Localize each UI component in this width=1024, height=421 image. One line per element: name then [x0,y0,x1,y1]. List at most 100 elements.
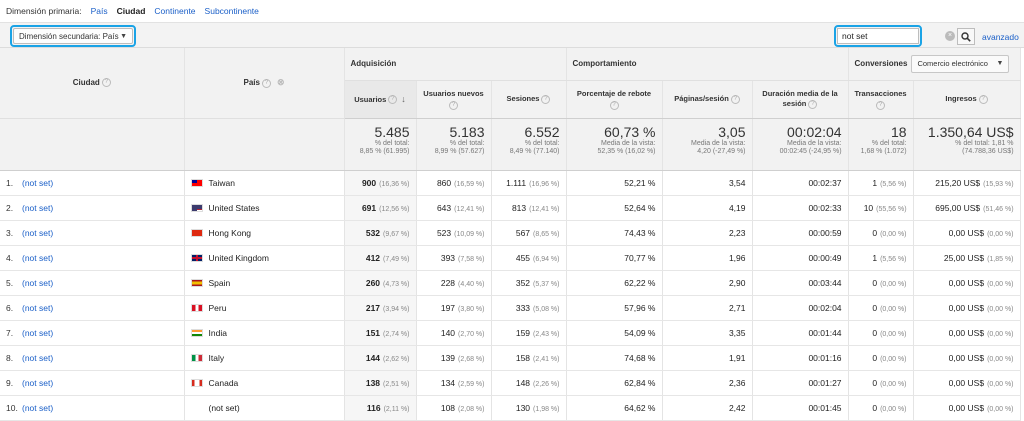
cell-country: United States [184,195,345,221]
help-icon[interactable]: ? [978,94,988,104]
row-index: 10. [6,402,18,413]
city-link[interactable]: (not set) [22,378,53,388]
city-link[interactable]: (not set) [22,403,53,413]
cell-country: Spain [184,270,345,296]
dimension-link-subcontinent[interactable]: Subcontinente [205,6,259,16]
cell-sessions: 130 (1,98 %) [491,395,567,421]
col-revenue-header[interactable]: Ingresos? [913,80,1021,119]
cell-users: 532 (9,67 %) [344,220,417,246]
country-link[interactable]: United States [209,203,260,213]
secondary-dimension-highlight: Dimensión secundaria: País ▼ [10,25,136,47]
country-link[interactable]: Spain [209,278,231,288]
country-link[interactable]: United Kingdom [209,253,269,263]
group-conversions: Conversiones Comercio electrónico ▼ [848,48,1021,81]
total-pages: 3,05 Media de la vista: 4,20 (-27,49 %) [662,118,753,171]
search-button[interactable] [957,28,975,45]
cell-sessions: 455 (6,94 %) [491,245,567,271]
cell-duration: 00:02:37 [752,170,849,196]
help-icon[interactable]: ? [876,100,886,110]
cell-new-users: 643 (12,41 %) [416,195,492,221]
country-link[interactable]: (not set) [209,403,240,413]
col-duration-header[interactable]: Duración media de la sesión? [752,80,849,119]
help-icon[interactable]: ? [808,99,818,109]
flag-icon [190,354,203,363]
city-link[interactable]: (not set) [22,253,53,263]
help-icon[interactable]: ? [541,94,551,104]
help-icon[interactable]: ? [101,78,111,88]
country-link[interactable]: Canada [209,378,239,388]
cell-country: Canada [184,370,345,396]
cell-transactions: 0 (0,00 %) [848,395,914,421]
city-link[interactable]: (not set) [22,203,53,213]
dimension-link-city[interactable]: Ciudad [117,6,146,16]
table-row: 4. (not set) United Kingdom 412 (7,49 %) 393(… [0,245,1021,271]
sort-desc-icon[interactable]: ↓ [401,94,406,104]
remove-dimension-icon[interactable]: ⊗ [277,77,285,87]
cell-city: 8. (not set) [0,345,185,371]
cell-city: 9. (not set) [0,370,185,396]
flag-icon [190,179,203,188]
city-link[interactable]: (not set) [22,178,53,188]
cell-new-users: 139 (2,68 %) [416,345,492,371]
dimension-link-country[interactable]: País [91,6,108,16]
country-link[interactable]: Taiwan [209,178,235,188]
advanced-link[interactable]: avanzado [982,32,1019,42]
flag-icon [191,404,203,412]
col-sessions-header[interactable]: Sesiones? [491,80,567,119]
col-transactions-header[interactable]: Transacciones? [848,80,914,119]
cell-bounce: 74,43 % [566,220,663,246]
clear-icon[interactable]: × [945,31,955,41]
cell-pages: 1,91 [662,345,753,371]
col-bounce-header[interactable]: Porcentaje de rebote? [566,80,663,119]
country-link[interactable]: Italy [209,353,225,363]
country-link[interactable]: Peru [209,303,227,313]
cell-users: 691 (12,56 %) [344,195,417,221]
secondary-dimension-label: Dimensión secundaria: País [19,31,119,41]
cell-revenue: 0,00 US$ (0,00 %) [913,395,1021,421]
chevron-down-icon: ▼ [120,32,127,40]
cell-transactions: 0 (0,00 %) [848,270,914,296]
cell-pages: 2,23 [662,220,753,246]
row-index: 4. [6,252,14,263]
conversions-select[interactable]: Comercio electrónico ▼ [911,54,1010,73]
search-input[interactable] [837,28,919,44]
cell-sessions: 567 (8,65 %) [491,220,567,246]
country-link[interactable]: Hong Kong [209,228,252,238]
secondary-dimension-dropdown[interactable]: Dimensión secundaria: País ▼ [13,28,133,44]
cell-pages: 2,36 [662,370,753,396]
cell-country: United Kingdom [184,245,345,271]
col-city-header[interactable]: Ciudad? [0,48,185,119]
cell-sessions: 352 (5,37 %) [491,270,567,296]
dimension-link-continent[interactable]: Continente [154,6,195,16]
cell-transactions: 0 (0,00 %) [848,295,914,321]
cell-duration: 00:00:49 [752,245,849,271]
help-icon[interactable]: ? [609,100,619,110]
cell-bounce: 57,96 % [566,295,663,321]
flag-icon [190,379,203,388]
cell-city: 6. (not set) [0,295,185,321]
col-users-header[interactable]: Usuarios? ↓ [344,80,417,119]
col-pages-header[interactable]: Páginas/sesión? [662,80,753,119]
country-link[interactable]: India [209,328,227,338]
cell-bounce: 52,21 % [566,170,663,196]
cell-new-users: 228 (4,40 %) [416,270,492,296]
cell-bounce: 54,09 % [566,320,663,346]
cell-revenue: 25,00 US$ (1,85 %) [913,245,1021,271]
help-icon[interactable]: ? [730,94,740,104]
help-icon[interactable]: ? [449,100,458,110]
city-link[interactable]: (not set) [22,228,53,238]
help-icon[interactable]: ? [261,78,271,88]
help-icon[interactable]: ? [388,95,398,105]
cell-users: 116 (2,11 %) [344,395,417,421]
cell-pages: 2,42 [662,395,753,421]
city-link[interactable]: (not set) [22,353,53,363]
city-link[interactable]: (not set) [22,328,53,338]
cell-bounce: 52,64 % [566,195,663,221]
col-new-users-header[interactable]: Usuarios nuevos? [416,80,492,119]
city-link[interactable]: (not set) [22,303,53,313]
col-country-header[interactable]: País? ⊗ [184,48,345,119]
cell-sessions: 159 (2,43 %) [491,320,567,346]
city-link[interactable]: (not set) [22,278,53,288]
group-behavior: Comportamiento [566,48,849,81]
cell-revenue: 0,00 US$ (0,00 %) [913,220,1021,246]
